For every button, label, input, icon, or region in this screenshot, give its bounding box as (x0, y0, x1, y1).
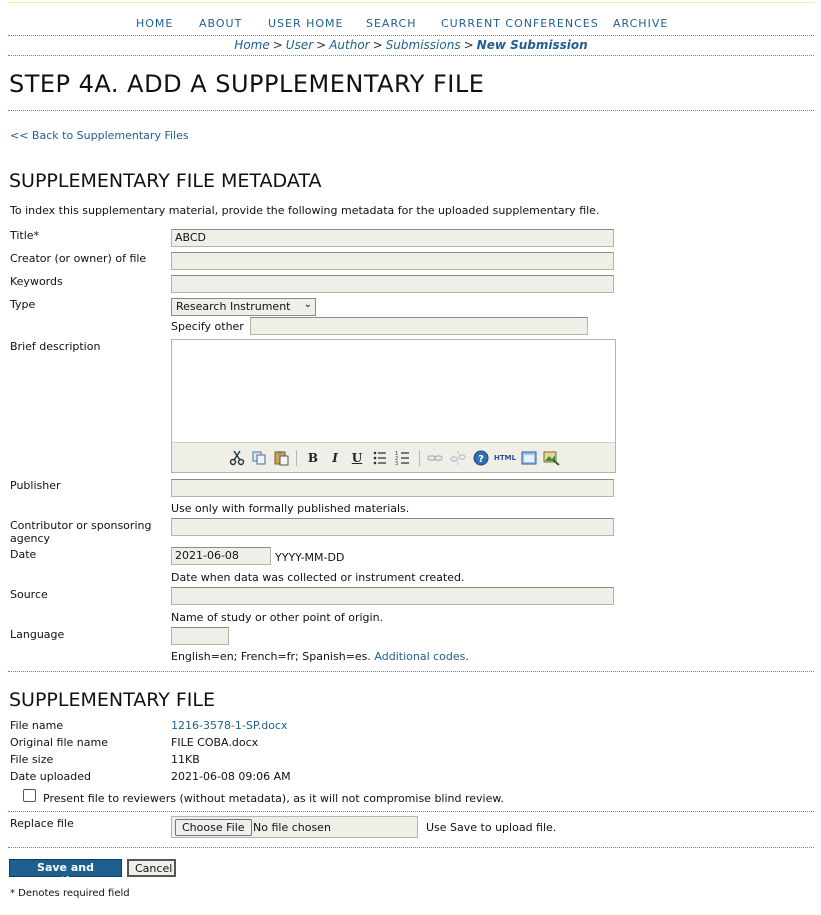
language-label: Language (10, 628, 65, 641)
type-label: Type (10, 298, 36, 311)
metadata-intro: To index this supplementary material, pr… (10, 204, 600, 217)
help-icon[interactable]: ? (472, 449, 490, 467)
required-field-note: * Denotes required field (10, 888, 130, 899)
fullscreen-icon[interactable] (520, 449, 538, 467)
type-select[interactable]: Research Instrument ⌄ (171, 298, 316, 316)
link-icon[interactable] (426, 449, 444, 467)
creator-label: Creator (or owner) of file (10, 252, 147, 265)
file-name-label: File name (10, 719, 64, 732)
divider (8, 847, 814, 848)
nav-search[interactable]: SEARCH (366, 17, 417, 30)
page-title: STEP 4A. ADD A SUPPLEMENTARY FILE (9, 70, 485, 98)
svg-text:?: ? (478, 454, 484, 465)
unlink-icon[interactable] (449, 449, 467, 467)
language-hint: English=en; French=fr; Spanish=es. Addit… (171, 650, 469, 663)
description-editor[interactable]: B I U 123 ? HTML (171, 339, 616, 473)
nav-about[interactable]: ABOUT (199, 17, 242, 30)
breadcrumb-home[interactable]: Home (234, 38, 269, 52)
replace-file-input[interactable]: Choose File No file chosen (171, 816, 418, 838)
publisher-hint: Use only with formally published materia… (171, 502, 410, 515)
date-hint: Date when data was collected or instrume… (171, 571, 465, 584)
breadcrumb-author[interactable]: Author (329, 38, 369, 52)
divider (8, 671, 814, 672)
underline-button[interactable]: U (348, 449, 366, 467)
contributor-field[interactable] (171, 518, 614, 536)
file-name-link[interactable]: 1216-3578-1-SP.docx (171, 719, 288, 732)
source-label: Source (10, 588, 48, 601)
copy-icon[interactable] (250, 449, 268, 467)
specify-other-field[interactable] (250, 317, 588, 335)
breadcrumb-submissions[interactable]: Submissions (386, 38, 461, 52)
html-button[interactable]: HTML (494, 449, 516, 467)
chevron-down-icon: ⌄ (303, 299, 312, 310)
metadata-heading: SUPPLEMENTARY FILE METADATA (9, 170, 322, 192)
replace-file-label: Replace file (10, 817, 74, 830)
type-selected-value: Research Instrument (176, 300, 291, 313)
svg-text:3: 3 (395, 461, 398, 467)
date-label: Date (10, 548, 37, 561)
keywords-field[interactable] (171, 275, 614, 293)
bullet-list-icon[interactable] (371, 449, 389, 467)
back-to-supplementary-files-link[interactable]: << Back to Supplementary Files (10, 129, 189, 142)
publisher-field[interactable] (171, 479, 614, 497)
breadcrumb-separator: > (316, 38, 327, 52)
date-uploaded-label: Date uploaded (10, 770, 92, 783)
original-file-name-label: Original file name (10, 736, 108, 749)
nav-home[interactable]: HOME (136, 17, 173, 30)
file-size-label: File size (10, 753, 54, 766)
description-label: Brief description (10, 340, 101, 353)
file-size-value: 11KB (171, 753, 200, 766)
bold-button[interactable]: B (304, 449, 322, 467)
paste-icon[interactable] (272, 449, 290, 467)
language-hint-text: English=en; French=fr; Spanish=es. (171, 650, 371, 663)
breadcrumb: Home > User > Author > Submissions > New Submiss… (8, 38, 814, 56)
supplementary-file-heading: SUPPLEMENTARY FILE (9, 689, 215, 711)
contributor-label: Contributor or sponsoring agency (10, 519, 152, 545)
italic-button[interactable]: I (326, 449, 344, 467)
choose-file-button[interactable]: Choose File (175, 819, 252, 836)
breadcrumb-current[interactable]: New Submission (477, 38, 588, 52)
title-label: Title* (10, 229, 40, 242)
publisher-label: Publisher (10, 479, 61, 492)
date-format: YYYY-MM-DD (275, 551, 345, 564)
date-field[interactable]: 2021-06-08 (171, 547, 271, 565)
nav-user-home[interactable]: USER HOME (268, 17, 344, 30)
insert-image-icon[interactable] (542, 449, 560, 467)
no-file-chosen-text: No file chosen (253, 821, 331, 834)
numbered-list-icon[interactable]: 123 (394, 449, 412, 467)
present-to-reviewers-checkbox[interactable] (23, 789, 36, 802)
title-field[interactable]: ABCD (171, 229, 614, 247)
breadcrumb-separator: > (463, 38, 474, 52)
present-to-reviewers-label: Present file to reviewers (without metad… (43, 792, 504, 805)
additional-codes-link[interactable]: Additional codes (374, 650, 465, 663)
breadcrumb-separator: > (272, 38, 283, 52)
specify-other-label: Specify other (171, 320, 244, 333)
divider (8, 110, 814, 111)
nav-archive[interactable]: ARCHIVE (613, 17, 668, 30)
editor-toolbar: B I U 123 ? HTML (172, 442, 615, 472)
toolbar-separator (419, 450, 420, 466)
source-hint: Name of study or other point of origin. (171, 611, 384, 624)
breadcrumb-separator: > (372, 38, 383, 52)
toolbar-separator (296, 450, 297, 466)
cut-icon[interactable] (228, 449, 246, 467)
cancel-button[interactable]: Cancel (127, 859, 176, 877)
keywords-label: Keywords (10, 275, 63, 288)
original-file-name-value: FILE COBA.docx (171, 736, 259, 749)
date-uploaded-value: 2021-06-08 09:06 AM (171, 770, 291, 783)
top-border (8, 2, 814, 3)
language-hint-end: . (465, 650, 469, 663)
main-nav: HOME ABOUT USER HOME SEARCH CURRENT CONF… (8, 12, 814, 36)
divider (8, 811, 814, 812)
breadcrumb-user[interactable]: User (286, 38, 313, 52)
nav-current-conferences[interactable]: CURRENT CONFERENCES (441, 17, 599, 30)
creator-field[interactable] (171, 252, 614, 270)
save-and-continue-button[interactable]: Save and continue (9, 859, 122, 887)
source-field[interactable] (171, 587, 614, 605)
language-field[interactable] (171, 627, 229, 645)
upload-hint: Use Save to upload file. (426, 821, 557, 834)
